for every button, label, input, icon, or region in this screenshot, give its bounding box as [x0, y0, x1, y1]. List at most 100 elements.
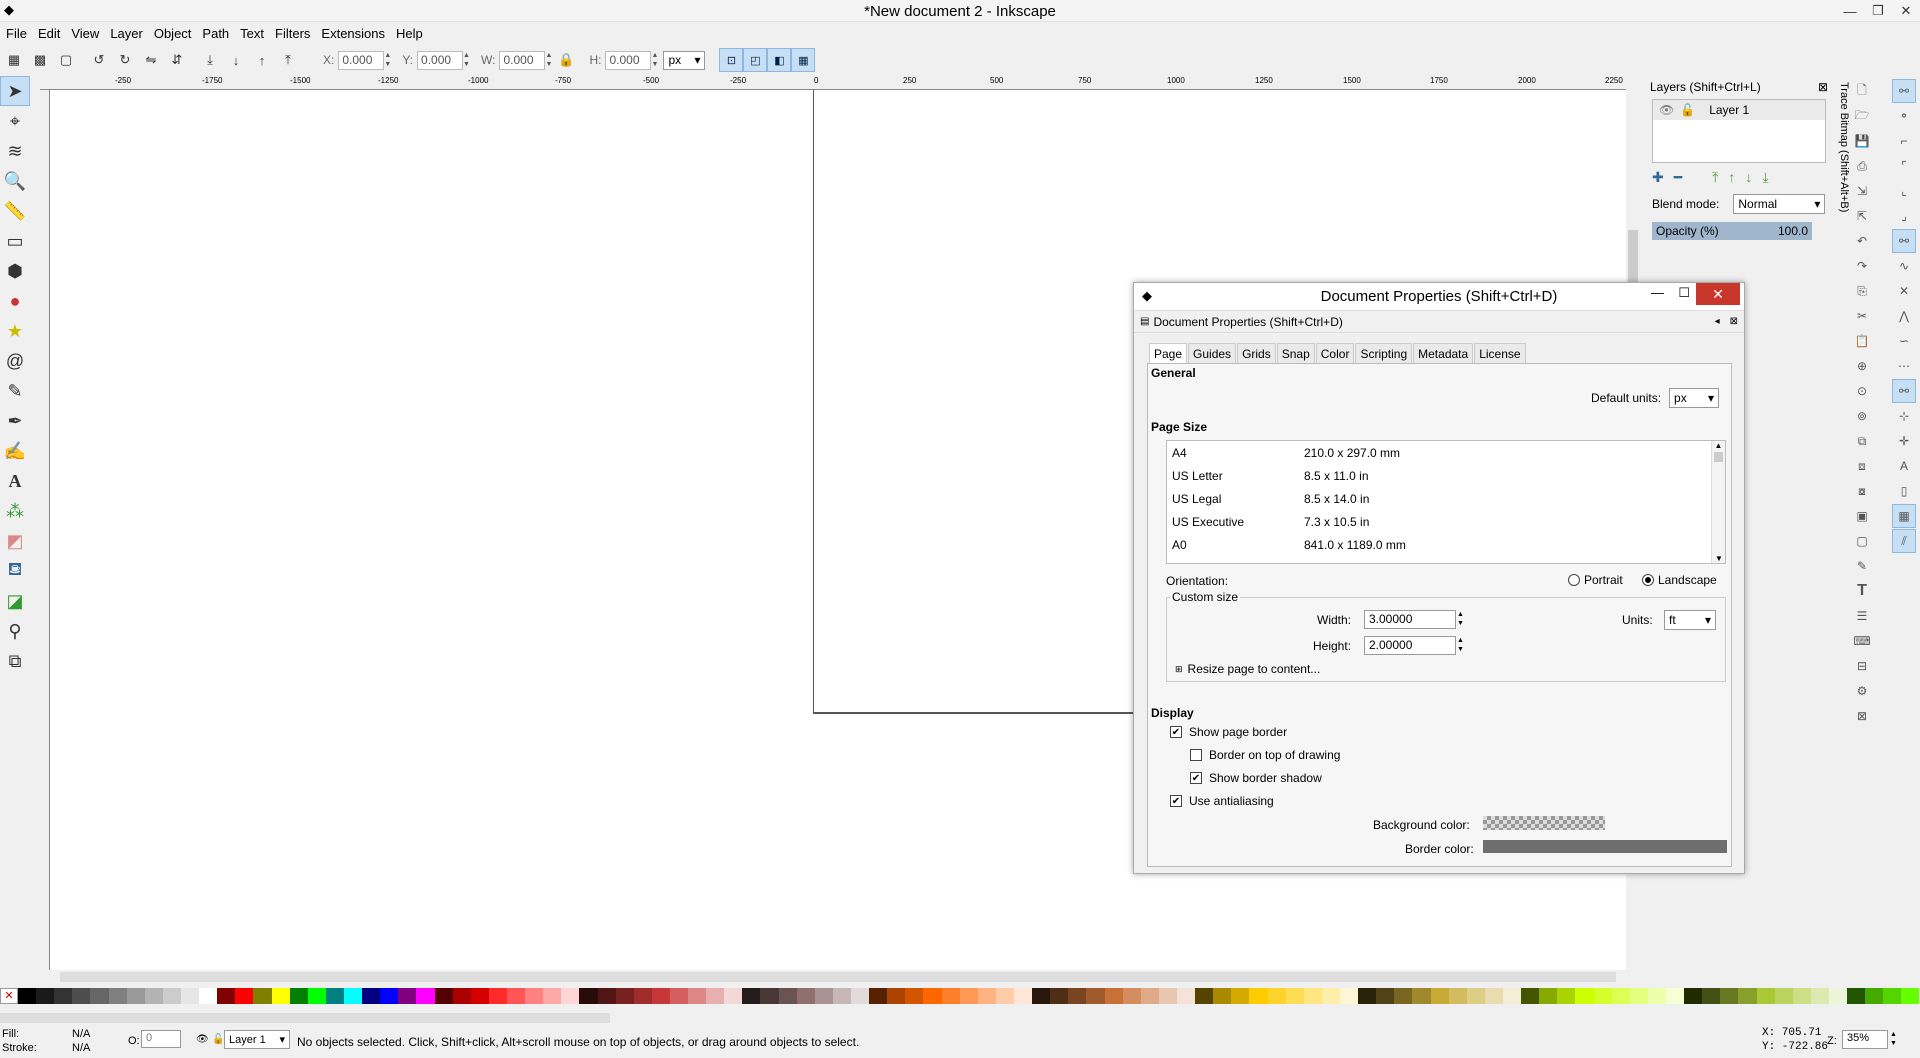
unlink-clone-icon[interactable]: ⧇ [1850, 479, 1874, 503]
color-swatch[interactable] [1847, 988, 1866, 1004]
color-swatch[interactable] [1068, 988, 1087, 1004]
ellipse-tool-icon[interactable]: ● [0, 286, 30, 316]
color-swatch[interactable] [416, 988, 435, 1004]
color-swatch[interactable] [905, 988, 924, 1004]
list-item[interactable]: A0 841.0 x 1189.0 mm [1167, 533, 1725, 556]
list-scrollbar[interactable]: ▲ ▼ [1711, 441, 1725, 563]
color-swatch[interactable] [1575, 988, 1594, 1004]
zoom-drawing-icon[interactable]: ⊙ [1850, 379, 1874, 403]
show-page-border-checkbox[interactable]: ✔ Show page border [1170, 725, 1287, 739]
duplicate-icon[interactable]: ⧉ [1850, 429, 1874, 453]
resize-page-expander[interactable]: ⊞ Resize page to content... [1175, 662, 1320, 676]
default-units-select[interactable]: px ▾ [1669, 388, 1720, 408]
chevron-down-icon[interactable]: ▼ [1712, 554, 1726, 563]
color-swatch[interactable] [1502, 988, 1522, 1004]
color-swatch[interactable] [887, 988, 906, 1004]
color-swatch[interactable] [796, 988, 815, 1004]
3d-box-tool-icon[interactable]: ⬢ [0, 256, 30, 286]
color-swatch[interactable] [18, 988, 37, 1004]
lock-ratio-icon[interactable]: 🔒 [556, 50, 576, 70]
snap-bbox-edges-icon[interactable]: ⌐ [1892, 129, 1916, 153]
snap-text-baseline-icon[interactable]: A [1892, 454, 1916, 478]
color-swatch[interactable] [343, 988, 363, 1004]
color-swatch[interactable] [1756, 988, 1775, 1004]
zoom-tool-icon[interactable]: 🔍 [0, 166, 30, 196]
zoom-input[interactable]: 35% [1842, 1030, 1888, 1049]
color-swatch[interactable] [488, 988, 507, 1004]
snap-bbox-icon[interactable]: ⚬ [1892, 104, 1916, 128]
height-spinner[interactable]: ▲ ▼ [1457, 636, 1464, 654]
zoom-spinner[interactable]: ▲ ▼ [1890, 1030, 1897, 1048]
document-properties-icon[interactable]: ⊠ [1850, 704, 1874, 728]
paste-icon[interactable]: 📋 [1850, 329, 1874, 353]
color-swatch[interactable] [235, 988, 254, 1004]
lower-to-bottom-icon[interactable]: ⤓ [200, 50, 220, 70]
select-all-icon[interactable]: ▦ [4, 50, 24, 70]
tab-grids[interactable]: Grids [1237, 343, 1276, 364]
snap-page-border-icon[interactable]: ▯ [1892, 479, 1916, 503]
deselect-icon[interactable]: ▢ [56, 50, 76, 70]
tab-metadata[interactable]: Metadata [1413, 343, 1474, 364]
color-swatch[interactable] [1901, 988, 1920, 1004]
color-swatch[interactable] [1557, 988, 1576, 1004]
connector-tool-icon[interactable]: ⧉ [0, 646, 30, 676]
color-swatch[interactable] [724, 988, 743, 1004]
snap-bbox-midpoints-icon[interactable]: ⌞ [1892, 179, 1916, 203]
color-swatch[interactable] [1720, 988, 1739, 1004]
menu-edit[interactable]: Edit [38, 26, 60, 41]
color-swatch[interactable] [959, 988, 978, 1004]
color-swatch[interactable] [1158, 988, 1177, 1004]
color-swatch[interactable] [615, 988, 634, 1004]
current-layer-select[interactable]: Layer 1 ▾ [224, 1030, 290, 1049]
x-spinner[interactable]: ▲ ▼ [384, 51, 392, 70]
snap-bbox-corners-icon[interactable]: ⌜ [1892, 154, 1916, 178]
color-swatch[interactable] [1810, 988, 1829, 1004]
color-swatch[interactable] [307, 988, 326, 1004]
raise-layer-icon[interactable]: ↑ [1728, 169, 1735, 186]
preferences-icon[interactable]: ⚙ [1850, 679, 1874, 703]
color-swatch[interactable] [1702, 988, 1721, 1004]
color-swatch[interactable] [543, 988, 562, 1004]
chevron-up-icon[interactable]: ▲ [1712, 441, 1725, 450]
color-swatch[interactable] [1394, 988, 1413, 1004]
pen-tool-icon[interactable]: ✒ [0, 406, 30, 436]
color-swatch[interactable] [1267, 988, 1286, 1004]
selector-tool-icon[interactable]: ➤ [0, 76, 30, 106]
color-swatch[interactable] [90, 988, 109, 1004]
color-swatch[interactable] [506, 988, 526, 1004]
raise-layer-to-top-icon[interactable]: ⤒ [1712, 169, 1718, 186]
snap-grids-icon[interactable]: ▦ [1892, 504, 1916, 528]
color-swatch[interactable] [1376, 988, 1395, 1004]
color-swatch[interactable] [1032, 988, 1051, 1004]
color-swatch[interactable] [1195, 988, 1214, 1004]
color-swatch[interactable] [1358, 988, 1377, 1004]
layer-lock-icon[interactable]: 🔓 [212, 1034, 224, 1045]
snap-guides-icon[interactable]: ⫽ [1892, 529, 1916, 553]
eraser-tool-icon[interactable]: ◩ [0, 526, 30, 556]
color-swatch[interactable] [651, 988, 670, 1004]
tab-guides[interactable]: Guides [1188, 343, 1237, 364]
color-swatch[interactable] [271, 988, 290, 1004]
color-swatch[interactable] [434, 988, 453, 1004]
zoom-selection-icon[interactable]: ⊕ [1850, 354, 1874, 378]
rectangle-tool-icon[interactable]: ▭ [0, 226, 30, 256]
height-input[interactable]: 2.00000 [1364, 636, 1456, 655]
list-item[interactable]: US Executive 7.3 x 10.5 in [1167, 510, 1725, 533]
close-window-button[interactable]: ✕ [1892, 0, 1920, 22]
snap-nodes-icon[interactable]: ⚯ [1892, 229, 1916, 253]
color-swatch[interactable] [398, 988, 417, 1004]
color-swatch[interactable] [199, 988, 218, 1004]
w-spinner[interactable]: ▲ ▼ [545, 51, 553, 70]
snap-smooth-nodes-icon[interactable]: ∽ [1892, 329, 1916, 353]
calligraphy-tool-icon[interactable]: ✍ [0, 436, 30, 466]
copy-icon[interactable]: ⎘ [1850, 279, 1874, 303]
menu-view[interactable]: View [71, 26, 99, 41]
snap-enable-icon[interactable]: ⚯ [1892, 79, 1916, 103]
color-swatch[interactable] [832, 988, 852, 1004]
width-input[interactable]: 3.00000 [1364, 610, 1456, 629]
menu-path[interactable]: Path [202, 26, 229, 41]
tweak-tool-icon[interactable]: ≋ [0, 136, 30, 166]
flip-vertical-icon[interactable]: ⇵ [167, 50, 187, 70]
fill-value[interactable]: N/A [72, 1028, 90, 1040]
print-icon[interactable]: ⎙ [1850, 154, 1874, 178]
